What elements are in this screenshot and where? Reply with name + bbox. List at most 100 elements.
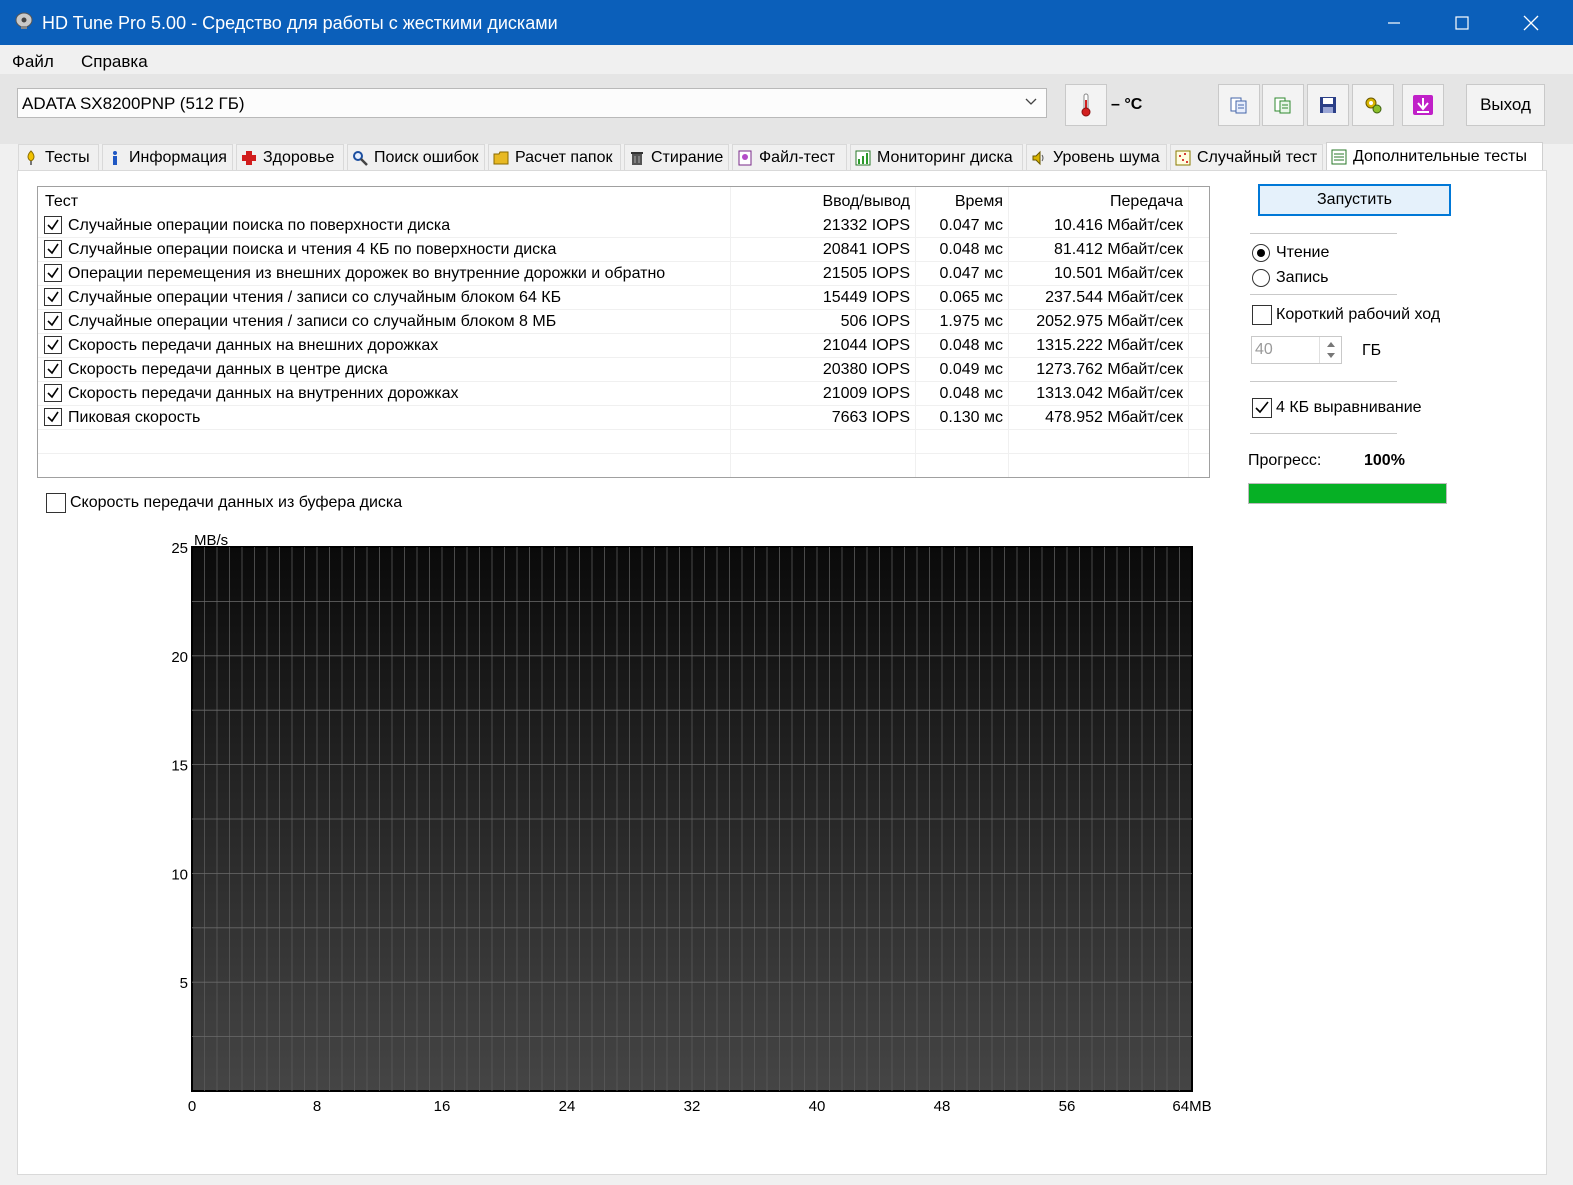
tab-info[interactable]: Информация <box>102 144 233 170</box>
x-tick-label: 32 <box>684 1098 701 1115</box>
options-button[interactable] <box>1352 84 1394 126</box>
tab-health[interactable]: Здоровье <box>236 144 344 170</box>
y-tick-label: 5 <box>180 975 188 992</box>
copy-results-button[interactable] <box>1262 84 1304 126</box>
tab-error-scan[interactable]: Поиск ошибок <box>347 144 485 170</box>
menu-file[interactable]: Файл <box>12 52 54 72</box>
y-tick-label: 10 <box>171 866 188 883</box>
tab-erase[interactable]: Стирание <box>624 144 729 170</box>
test-transfer: 10.416 Мбайт/сек <box>1053 217 1183 234</box>
x-tick-label: 16 <box>434 1098 451 1115</box>
buffer-checkbox[interactable] <box>46 493 66 513</box>
short-stroke-checkbox[interactable] <box>1252 305 1272 325</box>
test-name: Случайные операции поиска по поверхности… <box>68 217 451 234</box>
short-stroke-input[interactable]: 40 <box>1251 336 1342 364</box>
test-checkbox[interactable] <box>44 312 62 330</box>
tab-label: Случайный тест <box>1197 148 1318 166</box>
tab-folder-usage[interactable]: Расчет папок <box>488 144 621 170</box>
tab-aam[interactable]: Уровень шума <box>1026 144 1167 170</box>
test-checkbox[interactable] <box>44 336 62 354</box>
spin-arrows-icon <box>1327 342 1335 358</box>
test-transfer: 237.544 Мбайт/сек <box>1045 289 1183 306</box>
test-time: 0.048 мс <box>939 241 1003 258</box>
test-checkbox[interactable] <box>44 216 62 234</box>
results-table: Тест Ввод/вывод Время Передача Случайные… <box>37 186 1210 478</box>
benchmark-icon <box>27 149 35 165</box>
save-button[interactable] <box>1307 84 1349 126</box>
copy-info-button[interactable] <box>1218 84 1260 126</box>
write-radio[interactable] <box>1252 269 1270 287</box>
checkmark-icon <box>1255 401 1269 414</box>
table-row: Скорость передачи данных в центре диска … <box>38 358 1209 382</box>
maximize-button[interactable] <box>1428 0 1496 45</box>
tab-extra-tests[interactable]: Дополнительные тесты <box>1326 142 1543 170</box>
test-transfer: 1313.042 Мбайт/сек <box>1036 385 1183 402</box>
test-name: Скорость передачи данных на внешних доро… <box>68 337 439 354</box>
close-button[interactable] <box>1497 0 1565 45</box>
short-stroke-label: Короткий рабочий ход <box>1276 306 1441 323</box>
noise-icon <box>1032 150 1044 165</box>
read-radio[interactable] <box>1252 244 1270 262</box>
extra-tests-icon <box>1331 149 1347 164</box>
copy-results-icon <box>1274 97 1291 114</box>
progress-percent: 100% <box>1364 452 1405 469</box>
tab-random-access[interactable]: Случайный тест <box>1170 144 1323 170</box>
x-tick-label: 0 <box>188 1098 196 1115</box>
read-label: Чтение <box>1276 244 1330 261</box>
test-name: Пиковая скорость <box>68 409 201 426</box>
align-label: 4 КБ выравнивание <box>1276 399 1422 416</box>
test-checkbox[interactable] <box>44 384 62 402</box>
temperature-button[interactable] <box>1065 84 1107 126</box>
test-time: 0.130 мс <box>939 409 1003 426</box>
drive-select-value: ADATA SX8200PNP (512 ГБ) <box>22 94 245 113</box>
menu-help[interactable]: Справка <box>81 52 148 72</box>
test-checkbox[interactable] <box>44 408 62 426</box>
test-io: 7663 IOPS <box>831 409 910 426</box>
y-unit-label: MB/s <box>194 532 228 549</box>
test-time: 0.049 мс <box>939 361 1003 378</box>
header-transfer: Передача <box>1110 193 1183 210</box>
table-row: Скорость передачи данных на внешних доро… <box>38 334 1209 358</box>
folder-icon <box>493 151 509 164</box>
drive-select[interactable]: ADATA SX8200PNP (512 ГБ) <box>17 88 1047 118</box>
test-checkbox[interactable] <box>44 264 62 282</box>
test-io: 21044 IOPS <box>822 337 910 354</box>
options-icon <box>1365 97 1382 114</box>
tab-label: Поиск ошибок <box>374 148 479 166</box>
minimize-button[interactable] <box>1360 0 1428 45</box>
buffer-label: Скорость передачи данных из буфера диска <box>70 494 403 511</box>
exit-button[interactable]: Выход <box>1466 84 1545 126</box>
error-scan-icon <box>353 150 368 166</box>
header-io: Ввод/вывод <box>822 193 910 210</box>
test-io: 21505 IOPS <box>822 265 910 282</box>
monitor-icon <box>855 150 871 165</box>
minimize-icon <box>1388 21 1400 24</box>
x-tick-label: 8 <box>313 1098 321 1115</box>
test-time: 1.975 мс <box>939 313 1003 330</box>
short-stroke-unit: ГБ <box>1362 342 1382 359</box>
test-time: 0.047 мс <box>939 217 1003 234</box>
download-button[interactable] <box>1402 84 1444 126</box>
test-time: 0.048 мс <box>939 385 1003 402</box>
test-name: Операции перемещения из внешних дорожек … <box>68 265 666 282</box>
test-transfer: 81.412 Мбайт/сек <box>1053 241 1183 258</box>
copy-info-icon <box>1230 97 1247 114</box>
start-button[interactable]: Запустить <box>1258 184 1451 216</box>
x-tick-label: 56 <box>1059 1098 1076 1115</box>
test-checkbox[interactable] <box>44 288 62 306</box>
test-io: 21009 IOPS <box>822 385 910 402</box>
test-io: 21332 IOPS <box>822 217 910 234</box>
spin-arrows[interactable] <box>1319 337 1341 363</box>
app-icon <box>15 12 33 29</box>
tab-disk-monitor[interactable]: Мониторинг диска <box>850 144 1023 170</box>
test-checkbox[interactable] <box>44 240 62 258</box>
tab-benchmark[interactable]: Тесты <box>18 144 99 170</box>
tab-file-benchmark[interactable]: Файл-тест <box>732 144 847 170</box>
y-tick-label: 15 <box>171 758 188 775</box>
tab-label: Здоровье <box>263 148 335 166</box>
align-checkbox[interactable] <box>1252 398 1272 418</box>
table-row: Случайные операции чтения / записи со сл… <box>38 310 1209 334</box>
download-icon <box>1413 95 1433 115</box>
test-checkbox[interactable] <box>44 360 62 378</box>
title-bar: HD Tune Pro 5.00 - Средство для работы с… <box>0 0 1573 45</box>
